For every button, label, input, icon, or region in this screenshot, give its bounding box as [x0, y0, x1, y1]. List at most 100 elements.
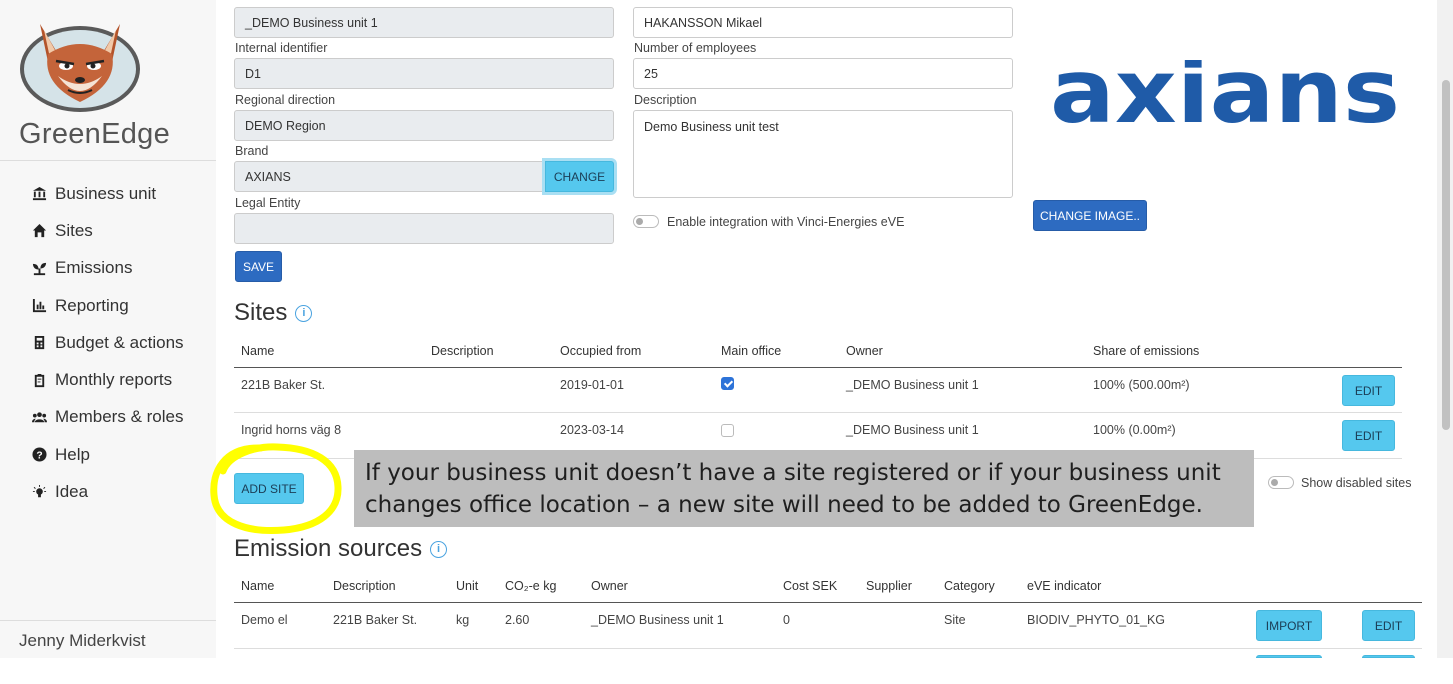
- em-description: 221B Baker St.: [333, 613, 418, 627]
- em-header-divider: [234, 602, 1422, 603]
- axians-logo: axians: [1050, 60, 1400, 130]
- add-site-button[interactable]: ADD SITE: [234, 473, 304, 504]
- em-col-name: Name: [241, 579, 275, 593]
- sidebar-item-reporting[interactable]: Reporting: [32, 287, 184, 324]
- sidebar-divider: [0, 160, 216, 161]
- scrollbar-thumb[interactable]: [1442, 80, 1450, 430]
- sidebar-item-label: Business unit: [55, 183, 157, 203]
- main-office-checkbox[interactable]: [721, 377, 734, 390]
- regional-direction-label: Regional direction: [235, 93, 336, 107]
- em-owner: _DEMO Business unit 1: [591, 613, 724, 627]
- sidebar: GreenEdge Business unit Sites Emissions …: [0, 0, 216, 658]
- manager-field[interactable]: HAKANSSON Mikael: [633, 7, 1013, 38]
- axians-logo-text: axians: [1050, 60, 1400, 130]
- sidebar-item-label: Help: [55, 444, 90, 464]
- brand-field[interactable]: AXIANS: [234, 161, 546, 192]
- description-textarea[interactable]: Demo Business unit test: [633, 110, 1013, 198]
- name-field[interactable]: _DEMO Business unit 1: [234, 7, 614, 38]
- edit-site-button[interactable]: EDIT: [1342, 420, 1395, 451]
- em-cost: 0: [783, 613, 790, 627]
- legal-entity-field[interactable]: [234, 213, 614, 244]
- regional-direction-field[interactable]: DEMO Region: [234, 110, 614, 141]
- change-image-button[interactable]: CHANGE IMAGE..: [1033, 200, 1147, 231]
- sidebar-item-label: Budget & actions: [55, 332, 184, 352]
- question-icon: ?: [32, 447, 55, 462]
- sites-col-owner: Owner: [846, 344, 883, 358]
- change-brand-button[interactable]: CHANGE: [545, 161, 614, 192]
- show-disabled-toggle[interactable]: [1268, 476, 1294, 489]
- integration-toggle[interactable]: [633, 215, 659, 228]
- em-unit: kg: [456, 613, 470, 627]
- site-name: 221B Baker St.: [241, 378, 326, 392]
- sidebar-item-idea[interactable]: Idea: [32, 473, 184, 510]
- sidebar-item-emissions[interactable]: Emissions: [32, 250, 184, 287]
- info-icon[interactable]: i: [430, 540, 448, 558]
- sidebar-item-label: Sites: [55, 220, 93, 240]
- sidebar-item-budget[interactable]: Budget & actions: [32, 324, 184, 361]
- seedling-icon: [32, 261, 55, 276]
- user-divider: [0, 620, 216, 621]
- employees-field[interactable]: 25: [633, 58, 1013, 89]
- show-disabled-label: Show disabled sites: [1301, 476, 1412, 490]
- chart-icon: [32, 298, 55, 313]
- sidebar-item-label: Monthly reports: [55, 370, 173, 390]
- em-col-category: Category: [944, 579, 995, 593]
- employees-label: Number of employees: [634, 41, 757, 55]
- sidebar-item-sites[interactable]: Sites: [32, 212, 184, 249]
- sites-col-main-office: Main office: [721, 344, 782, 358]
- site-occupied: 2023-03-14: [560, 423, 624, 437]
- site-share: 100% (500.00m²): [1093, 378, 1190, 392]
- fox-logo-icon: [20, 24, 140, 112]
- site-occupied: 2019-01-01: [560, 378, 624, 392]
- sidebar-item-members[interactable]: Members & roles: [32, 399, 184, 436]
- import-button-partial[interactable]: [1256, 655, 1322, 658]
- site-name: Ingrid horns väg 8: [241, 423, 342, 437]
- sidebar-item-label: Members & roles: [55, 407, 184, 427]
- tutorial-callout: If your business unit doesn’t have a sit…: [354, 450, 1254, 527]
- legal-entity-label: Legal Entity: [235, 196, 301, 210]
- sidebar-item-monthly-reports[interactable]: Monthly reports: [32, 361, 184, 398]
- em-col-supplier: Supplier: [866, 579, 912, 593]
- sites-title: Sites: [234, 299, 288, 326]
- import-button[interactable]: IMPORT: [1256, 610, 1322, 641]
- em-col-co2: CO₂-e kg: [505, 579, 557, 593]
- sidebar-item-label: Idea: [55, 482, 89, 502]
- bank-icon: [32, 186, 55, 201]
- site-owner: _DEMO Business unit 1: [846, 423, 979, 437]
- sidebar-item-help[interactable]: ? Help: [32, 436, 184, 473]
- em-col-unit: Unit: [456, 579, 479, 593]
- sites-col-name: Name: [241, 344, 275, 358]
- edit-button-partial[interactable]: [1362, 655, 1415, 658]
- current-user-name[interactable]: Jenny Miderkvist: [19, 631, 146, 651]
- sites-heading: Sites i: [234, 299, 313, 327]
- em-col-description: Description: [333, 579, 396, 593]
- row-divider: [234, 648, 1422, 649]
- internal-id-field[interactable]: D1: [234, 58, 614, 89]
- lightbulb-icon: [32, 484, 55, 500]
- sidebar-nav: Business unit Sites Emissions Reporting …: [32, 175, 184, 511]
- em-col-indicator: eVE indicator: [1027, 579, 1102, 593]
- sites-col-description: Description: [431, 344, 494, 358]
- sidebar-item-label: Reporting: [55, 295, 129, 315]
- users-icon: [32, 410, 55, 425]
- sidebar-item-business-unit[interactable]: Business unit: [32, 175, 184, 212]
- integration-label: Enable integration with Vinci-Energies e…: [667, 215, 905, 229]
- emissions-heading: Emission sources i: [234, 535, 448, 563]
- em-category: Site: [944, 613, 966, 627]
- description-label: Description: [634, 93, 697, 107]
- site-owner: _DEMO Business unit 1: [846, 378, 979, 392]
- em-col-owner: Owner: [591, 579, 628, 593]
- emissions-title: Emission sources: [234, 535, 423, 562]
- svg-text:?: ?: [36, 450, 42, 461]
- sites-col-occupied: Occupied from: [560, 344, 642, 358]
- em-name: Demo el: [241, 613, 288, 627]
- main-office-checkbox[interactable]: [721, 424, 734, 437]
- em-co2: 2.60: [505, 613, 530, 627]
- info-icon[interactable]: i: [295, 304, 313, 322]
- edit-site-button[interactable]: EDIT: [1342, 375, 1395, 406]
- calculator-icon: [32, 335, 55, 350]
- app-root: GreenEdge Business unit Sites Emissions …: [0, 0, 1453, 684]
- clipboard-icon: [32, 373, 55, 388]
- edit-emission-button[interactable]: EDIT: [1362, 610, 1415, 641]
- save-button[interactable]: SAVE: [235, 251, 282, 282]
